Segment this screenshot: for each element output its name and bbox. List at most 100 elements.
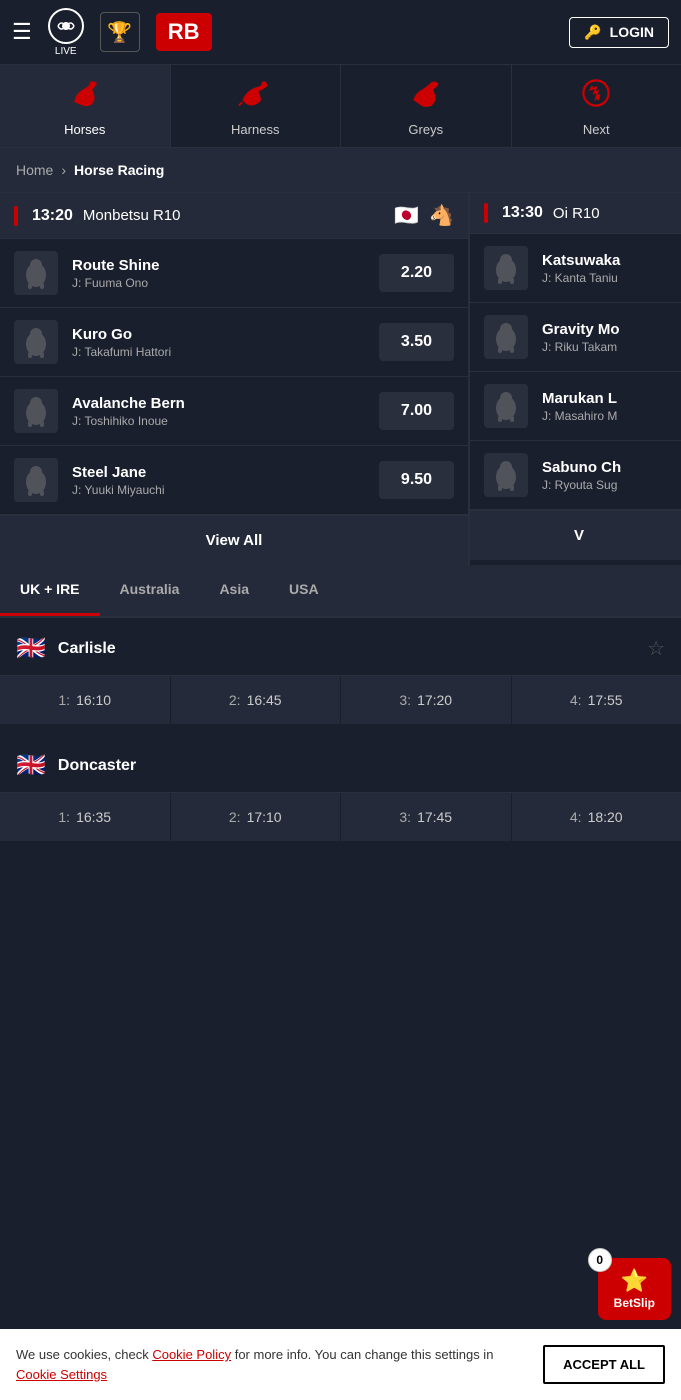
tab-uk-ire-label: UK + IRE [20, 581, 80, 597]
horse-name-1-3: Avalanche Bern [72, 395, 379, 412]
horse-name-1-2: Kuro Go [72, 326, 379, 343]
view-all-2[interactable]: V [470, 510, 681, 560]
doncaster-name[interactable]: Doncaster [58, 757, 665, 775]
venue-doncaster: 🇬🇧 Doncaster 1: 16:35 2: 17:10 3: 17:45 … [0, 735, 681, 842]
horse-info-2-2: Gravity Mo J: Riku Takam [542, 321, 674, 354]
race-column-2: 13:30 Oi R10 Katsuwaka J: Kanta Taniu Gr… [470, 193, 681, 565]
carlisle-race-3-time: 17:20 [417, 692, 452, 708]
next-icon [578, 75, 614, 118]
doncaster-race-3-num: 3: [399, 809, 411, 825]
cookie-policy-link[interactable]: Cookie Policy [152, 1347, 231, 1362]
horse-row-2-3[interactable]: Marukan L J: Masahiro M [470, 372, 681, 441]
doncaster-race-times: 1: 16:35 2: 17:10 3: 17:45 4: 18:20 [0, 793, 681, 842]
cookie-text: We use cookies, check Cookie Policy for … [16, 1345, 531, 1384]
horse-name-2-3: Marukan L [542, 390, 674, 407]
horse-row-2-1[interactable]: Katsuwaka J: Kanta Taniu [470, 234, 681, 303]
carlisle-race-2-time: 16:45 [247, 692, 282, 708]
carlisle-race-3-num: 3: [399, 692, 411, 708]
doncaster-race-2-time: 17:10 [247, 809, 282, 825]
horse-jockey-2-4: J: Ryouta Sug [542, 478, 674, 492]
cookie-text-middle: for more info. You can change this setti… [231, 1347, 493, 1362]
doncaster-race-2-num: 2: [229, 809, 241, 825]
horse-odds-1-4[interactable]: 9.50 [379, 461, 454, 499]
tab-harness[interactable]: Harness [171, 65, 342, 147]
cookie-accept-button[interactable]: ACCEPT ALL [543, 1345, 665, 1384]
horse-odds-1-2[interactable]: 3.50 [379, 323, 454, 361]
doncaster-race-1[interactable]: 1: 16:35 [0, 793, 171, 841]
doncaster-race-1-time: 16:35 [76, 809, 111, 825]
carlisle-race-1[interactable]: 1: 16:10 [0, 676, 171, 724]
tab-australia[interactable]: Australia [100, 565, 200, 616]
carlisle-race-2[interactable]: 2: 16:45 [171, 676, 342, 724]
tab-greys[interactable]: Greys [341, 65, 512, 147]
horse-odds-1-1[interactable]: 2.20 [379, 254, 454, 292]
brand-logo: RB [156, 13, 212, 51]
horse-silks-2-1 [484, 246, 528, 290]
header: ☰ LIVE 🏆 RB 🔑 LOGIN [0, 0, 681, 65]
horse-row-1-3[interactable]: Avalanche Bern J: Toshihiko Inoue 7.00 [0, 377, 468, 446]
harness-icon [237, 75, 273, 118]
venue-doncaster-header: 🇬🇧 Doncaster [0, 735, 681, 793]
horse-jockey-1-4: J: Yuuki Miyauchi [72, 483, 379, 497]
horse-jockey-2-3: J: Masahiro M [542, 409, 674, 423]
tab-asia[interactable]: Asia [199, 565, 269, 616]
horse-row-1-2[interactable]: Kuro Go J: Takafumi Hattori 3.50 [0, 308, 468, 377]
greys-icon [408, 75, 444, 118]
horses-label: Horses [64, 122, 105, 137]
carlisle-race-2-num: 2: [229, 692, 241, 708]
login-label: LOGIN [610, 24, 654, 40]
menu-icon[interactable]: ☰ [12, 19, 32, 45]
doncaster-race-4[interactable]: 4: 18:20 [512, 793, 681, 841]
doncaster-race-2[interactable]: 2: 17:10 [171, 793, 342, 841]
carlisle-star-icon[interactable]: ☆ [647, 636, 665, 661]
doncaster-race-4-num: 4: [570, 809, 582, 825]
horse-info-2-4: Sabuno Ch J: Ryouta Sug [542, 459, 674, 492]
horse-silks-1-4 [14, 458, 58, 502]
tab-uk-ire[interactable]: UK + IRE [0, 565, 100, 616]
horse-row-2-2[interactable]: Gravity Mo J: Riku Takam [470, 303, 681, 372]
carlisle-flag: 🇬🇧 [16, 634, 46, 663]
venue-carlisle-header: 🇬🇧 Carlisle ☆ [0, 618, 681, 676]
live-button[interactable]: LIVE [48, 8, 84, 57]
login-icon: 🔑 [584, 24, 601, 41]
horse-row-1-1[interactable]: Route Shine J: Fuuma Ono 2.20 [0, 239, 468, 308]
horse-jockey-1-2: J: Takafumi Hattori [72, 345, 379, 359]
carlisle-race-3[interactable]: 3: 17:20 [341, 676, 512, 724]
live-icon [48, 8, 84, 44]
sport-tabs: Horses Harness Greys Next [0, 65, 681, 148]
tab-horses[interactable]: Horses [0, 65, 171, 147]
race-name-1: Monbetsu R10 [83, 207, 181, 224]
race-column-1: 13:20 Monbetsu R10 🇯🇵 🐴 Route Shine J: F… [0, 193, 470, 565]
cookie-settings-link[interactable]: Cookie Settings [16, 1367, 107, 1382]
racing-scroll: 13:20 Monbetsu R10 🇯🇵 🐴 Route Shine J: F… [0, 193, 681, 565]
carlisle-race-4[interactable]: 4: 17:55 [512, 676, 681, 724]
horse-silks-2-4 [484, 453, 528, 497]
venue-carlisle: 🇬🇧 Carlisle ☆ 1: 16:10 2: 16:45 3: 17:20… [0, 618, 681, 725]
horse-name-1-4: Steel Jane [72, 464, 379, 481]
tab-asia-label: Asia [219, 581, 249, 597]
chevron-icon: › [61, 162, 66, 178]
horse-silks-2-3 [484, 384, 528, 428]
cookie-text-before: We use cookies, check [16, 1347, 152, 1362]
horse-info-1-2: Kuro Go J: Takafumi Hattori [72, 326, 379, 359]
betslip-fab[interactable]: 0 ⭐ BetSlip [598, 1258, 671, 1320]
breadcrumb-home[interactable]: Home [16, 162, 53, 178]
view-all-1[interactable]: View All [0, 515, 468, 565]
carlisle-race-4-time: 17:55 [588, 692, 623, 708]
tab-usa[interactable]: USA [269, 565, 339, 616]
horse-row-2-4[interactable]: Sabuno Ch J: Ryouta Sug [470, 441, 681, 510]
race-flag-1: 🇯🇵 [394, 203, 419, 228]
horse-info-2-1: Katsuwaka J: Kanta Taniu [542, 252, 674, 285]
horse-odds-1-3[interactable]: 7.00 [379, 392, 454, 430]
horse-info-2-3: Marukan L J: Masahiro M [542, 390, 674, 423]
trophy-icon[interactable]: 🏆 [100, 12, 140, 52]
doncaster-race-3[interactable]: 3: 17:45 [341, 793, 512, 841]
horse-info-1-3: Avalanche Bern J: Toshihiko Inoue [72, 395, 379, 428]
carlisle-race-1-time: 16:10 [76, 692, 111, 708]
login-button[interactable]: 🔑 LOGIN [569, 17, 669, 48]
horses-icon [67, 75, 103, 118]
horse-row-1-4[interactable]: Steel Jane J: Yuuki Miyauchi 9.50 [0, 446, 468, 515]
live-label: LIVE [55, 46, 77, 57]
carlisle-name[interactable]: Carlisle [58, 640, 647, 658]
tab-next[interactable]: Next [512, 65, 681, 147]
